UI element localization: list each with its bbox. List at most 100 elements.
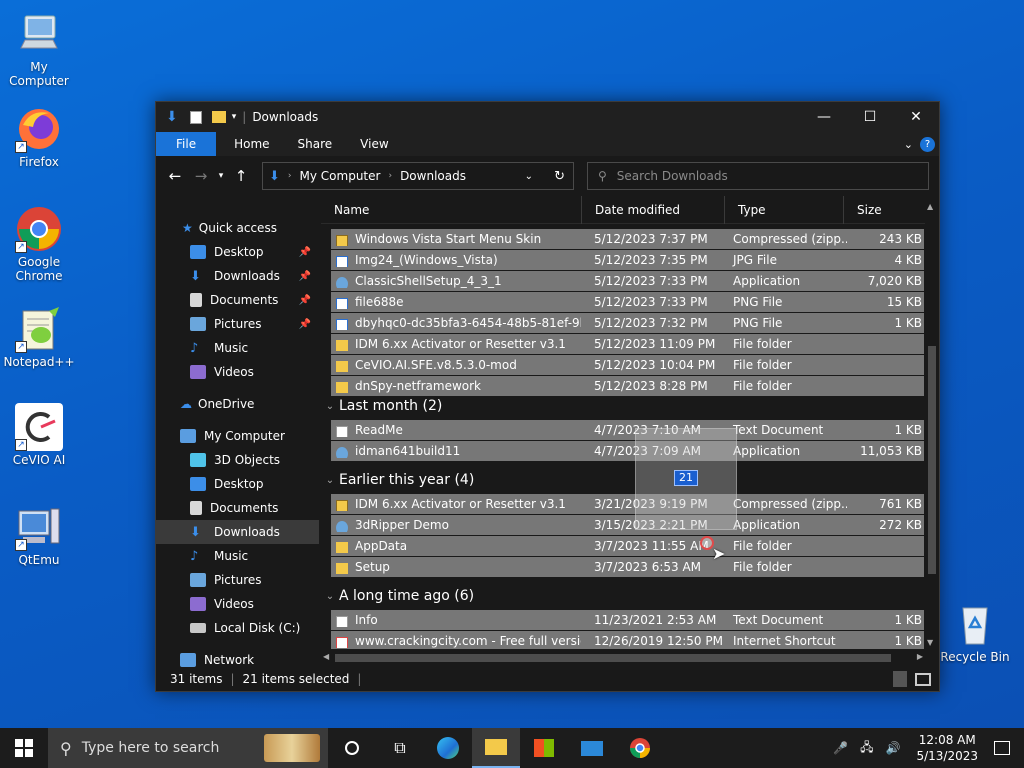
taskbar-chrome[interactable] [616, 728, 664, 768]
desktop-icon-recycle-bin[interactable]: Recycle Bin [936, 600, 1014, 664]
search-input[interactable]: Search Downloads [617, 169, 728, 183]
nav-pc-videos[interactable]: Videos [156, 592, 319, 616]
vertical-scrollbar[interactable]: ▲ ▼ [925, 196, 939, 649]
tab-share[interactable]: Share [284, 132, 347, 156]
desktop-icon-cevio[interactable]: ↗ CeVIO AI [0, 403, 78, 467]
file-row[interactable]: idman641build11 4/7/2023 7:09 AM Applicati… [331, 441, 924, 461]
nav-pc-documents[interactable]: Documents [156, 496, 319, 520]
breadcrumb-downloads[interactable]: Downloads [400, 169, 466, 183]
column-name[interactable]: Name [321, 196, 582, 224]
group-header-long-time-ago[interactable]: ⌄ A long time ago (6) [321, 588, 474, 604]
taskbar-mail[interactable] [568, 728, 616, 768]
column-size[interactable]: Size [844, 196, 924, 224]
desktop-icon-qtemu[interactable]: ↗ QtEmu [0, 503, 78, 567]
taskbar-search-input[interactable]: Type here to search [82, 740, 220, 756]
column-date-modified[interactable]: Date modified [582, 196, 725, 224]
file-row[interactable]: IDM 6.xx Activator or Resetter v3.1 3/21/… [331, 494, 924, 514]
title-bar[interactable]: ⬇ ▾ | Downloads — ☐ ✕ [156, 102, 939, 132]
task-view-button[interactable]: ⧉ [376, 728, 424, 768]
refresh-icon[interactable]: ↻ [554, 169, 565, 184]
desktop-icon-notepadpp[interactable]: ↗ Notepad++ [0, 305, 78, 369]
file-row[interactable]: Windows Vista Start Menu Skin 5/12/2023 7… [331, 229, 924, 249]
new-folder-icon[interactable] [211, 111, 226, 123]
group-header-last-month[interactable]: ⌄ Last month (2) [321, 398, 443, 414]
nav-quick-videos[interactable]: Videos [156, 360, 319, 384]
file-row[interactable]: Img24_(Windows_Vista) 5/12/2023 7:35 PM JP… [331, 250, 924, 270]
file-row[interactable]: dnSpy-netframework 5/12/2023 8:28 PM File … [331, 376, 924, 396]
minimize-button[interactable]: — [801, 102, 847, 132]
file-row[interactable]: ClassicShellSetup_4_3_1 5/12/2023 7:33 PM… [331, 271, 924, 291]
scroll-right-arrow-icon[interactable]: ▶ [917, 652, 923, 661]
scroll-left-arrow-icon[interactable]: ◀ [323, 652, 329, 661]
file-row[interactable]: dbyhqc0-dc35bfa3-6454-48b5-81ef-9beb... 5… [331, 313, 924, 333]
nav-quick-documents[interactable]: Documents 📌 [156, 288, 319, 312]
scroll-thumb[interactable] [335, 654, 891, 662]
file-row[interactable]: file688e 5/12/2023 7:33 PM PNG File 15 KB [331, 292, 924, 312]
cortana-button[interactable] [328, 728, 376, 768]
address-bar[interactable]: ⬇ › My Computer › Downloads ⌄ ↻ [262, 162, 574, 190]
nav-pc-local-disk[interactable]: Local Disk (C:) [156, 616, 319, 640]
notifications-icon[interactable] [994, 741, 1010, 755]
tab-home[interactable]: Home [220, 132, 283, 156]
horizontal-scrollbar[interactable]: ◀ ▶ [321, 649, 925, 667]
start-button[interactable] [0, 728, 48, 768]
file-row[interactable]: www.crackingcity.com - Free full version… [331, 631, 924, 649]
nav-quick-pictures[interactable]: Pictures 📌 [156, 312, 319, 336]
large-icons-view-icon[interactable] [915, 672, 931, 686]
nav-onedrive[interactable]: ☁ OneDrive [156, 392, 319, 416]
expand-ribbon-icon[interactable]: ⌄ [904, 138, 913, 151]
file-name: CeVIO.AI.SFE.v8.5.3.0-mod [355, 358, 517, 372]
address-dropdown-icon[interactable]: ⌄ [525, 171, 533, 182]
nav-quick-access[interactable]: ★ Quick access [156, 216, 319, 240]
nav-quick-desktop[interactable]: Desktop 📌 [156, 240, 319, 264]
scroll-down-arrow-icon[interactable]: ▼ [927, 638, 933, 647]
file-row[interactable]: CeVIO.AI.SFE.v8.5.3.0-mod 5/12/2023 10:04… [331, 355, 924, 375]
column-type[interactable]: Type [725, 196, 844, 224]
desktop-icon-chrome[interactable]: ↗ Google Chrome [0, 205, 78, 283]
nav-pc-music[interactable]: ♪ Music [156, 544, 319, 568]
clock[interactable]: 12:08 AM 5/13/2023 [906, 732, 988, 764]
file-row[interactable]: 3dRipper Demo 3/15/2023 2:21 PM Applicatio… [331, 515, 924, 535]
maximize-button[interactable]: ☐ [847, 102, 893, 132]
close-button[interactable]: ✕ [893, 102, 939, 132]
taskbar-store[interactable] [520, 728, 568, 768]
scroll-thumb[interactable] [928, 346, 936, 574]
network-status-icon[interactable]: 🖧 [860, 738, 873, 759]
nav-pc-pictures[interactable]: Pictures [156, 568, 319, 592]
forward-button[interactable]: → [188, 167, 214, 185]
up-button[interactable]: ↑ [228, 167, 254, 185]
file-row[interactable]: Info 11/23/2021 2:53 AM Text Document 1 KB [331, 610, 924, 630]
file-row[interactable]: Setup 3/7/2023 6:53 AM File folder [331, 557, 924, 577]
desktop-icon-my-computer[interactable]: My Computer [0, 10, 78, 88]
taskbar-edge[interactable] [424, 728, 472, 768]
nav-pc-downloads[interactable]: ⬇ Downloads [156, 520, 319, 544]
desktop-icon-firefox[interactable]: ↗ Firefox [0, 105, 78, 169]
file-list[interactable]: Name Date modified Type Size Windows Vis… [321, 196, 925, 649]
file-row[interactable]: AppData 3/7/2023 11:55 AM File folder [331, 536, 924, 556]
file-row[interactable]: IDM 6.xx Activator or Resetter v3.1 5/12/… [331, 334, 924, 354]
nav-network[interactable]: Network [156, 648, 319, 667]
properties-icon[interactable] [189, 110, 202, 124]
nav-quick-music[interactable]: ♪ Music [156, 336, 319, 360]
nav-pc-desktop[interactable]: Desktop [156, 472, 319, 496]
file-row[interactable]: ReadMe 4/7/2023 7:10 AM Text Document 1 KB [331, 420, 924, 440]
details-view-icon[interactable] [893, 671, 907, 687]
back-button[interactable]: ← [162, 167, 188, 185]
taskbar-file-explorer[interactable] [472, 728, 520, 768]
volume-icon[interactable]: 🔊 [886, 741, 901, 755]
group-header-earlier-this-year[interactable]: ⌄ Earlier this year (4) [321, 472, 475, 488]
recent-locations-button[interactable]: ▾ [214, 171, 228, 181]
breadcrumb-my-computer[interactable]: My Computer [300, 169, 381, 183]
tab-view[interactable]: View [346, 132, 402, 156]
nav-quick-downloads[interactable]: ⬇ Downloads 📌 [156, 264, 319, 288]
nav-my-computer[interactable]: My Computer [156, 424, 319, 448]
nav-pc-3d-objects[interactable]: 3D Objects [156, 448, 319, 472]
tab-file[interactable]: File [156, 132, 217, 156]
microphone-icon[interactable]: 🎤 [833, 741, 848, 755]
explorer-window[interactable]: ⬇ ▾ | Downloads — ☐ ✕ File Home Share Vi… [155, 101, 940, 692]
help-icon[interactable]: ? [920, 136, 935, 152]
quick-access-dropdown-icon[interactable]: ▾ [232, 112, 237, 122]
taskbar-search[interactable]: ⚲ Type here to search [48, 728, 328, 768]
scroll-up-arrow-icon[interactable]: ▲ [927, 202, 933, 211]
search-box[interactable]: ⚲ Search Downloads [587, 162, 929, 190]
